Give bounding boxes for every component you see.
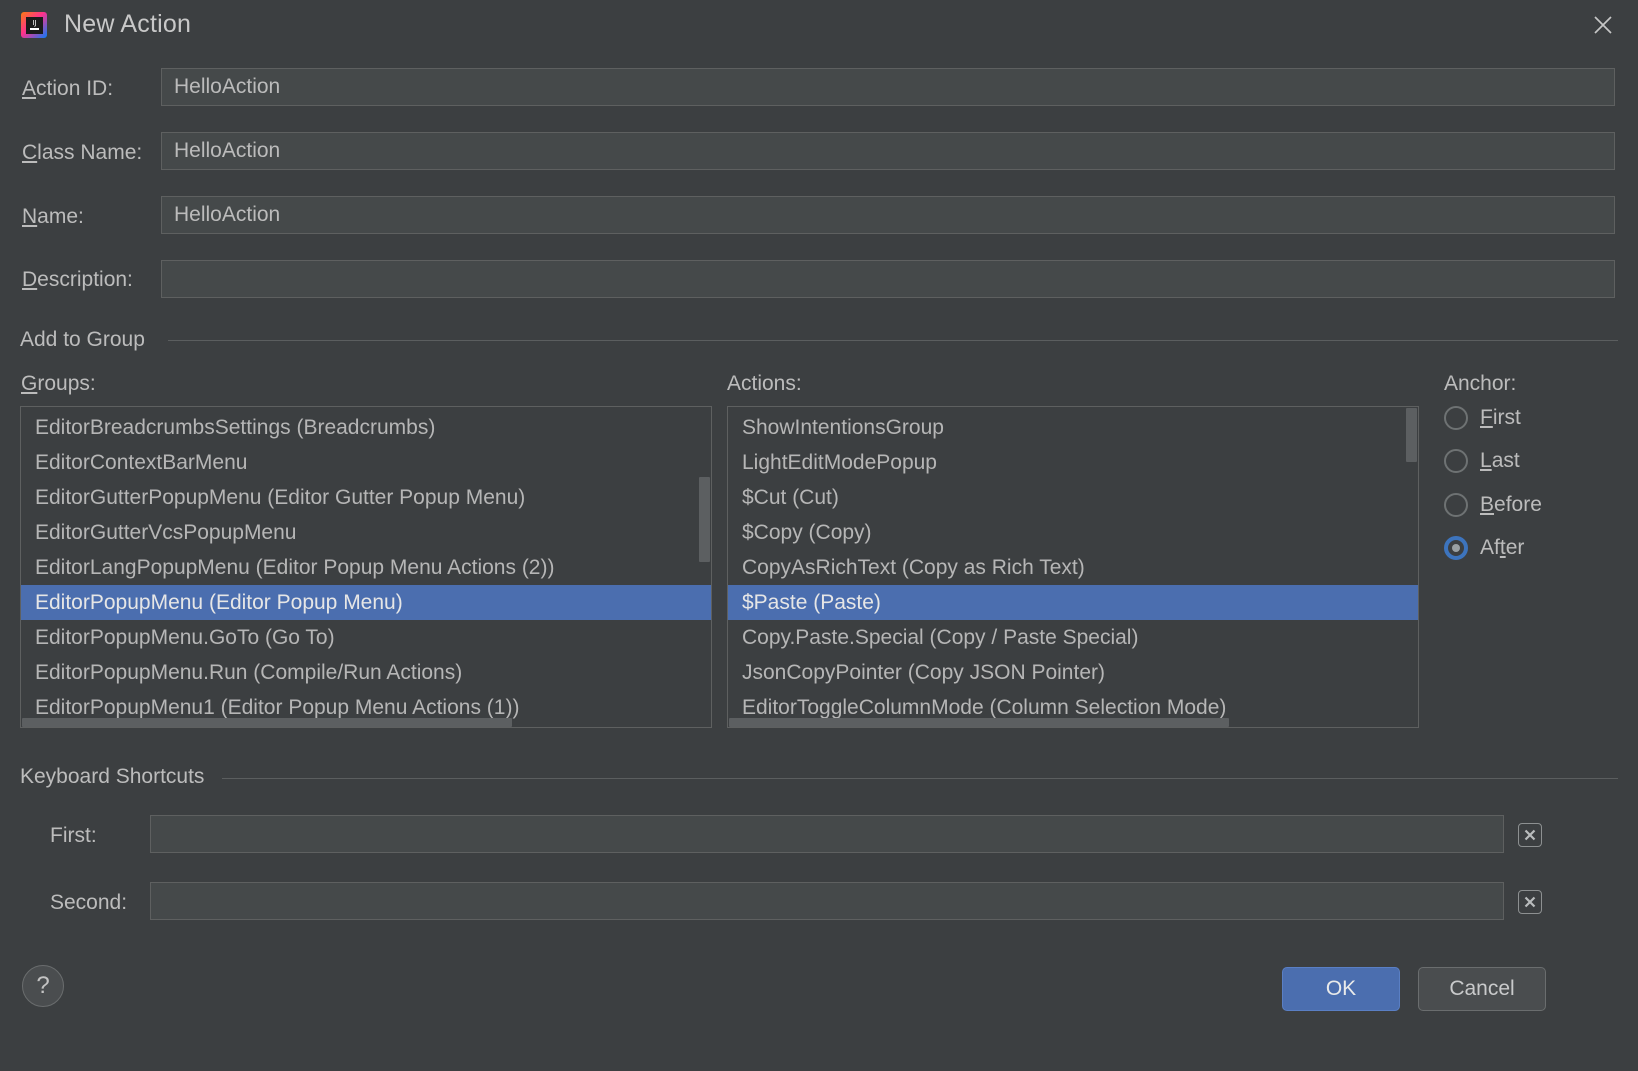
shortcut-first-input[interactable] — [150, 815, 1504, 853]
description-input[interactable] — [161, 260, 1615, 298]
list-item[interactable]: EditorPopupMenu (Editor Popup Menu) — [21, 585, 711, 620]
shortcut-first-label: First: — [50, 824, 97, 847]
anchor-radio-first[interactable]: First — [1444, 406, 1521, 430]
clear-x-icon-first[interactable] — [1518, 823, 1542, 847]
clear-x-icon-second[interactable] — [1518, 890, 1542, 914]
groups-vertical-scrollbar[interactable] — [699, 467, 710, 717]
actions-horizontal-scrollbar[interactable] — [728, 718, 1418, 727]
svg-text:IJ: IJ — [32, 19, 36, 27]
class-name-label: Class Name: — [22, 141, 143, 164]
description-label: Description: — [22, 268, 133, 291]
action-id-input[interactable] — [161, 68, 1615, 106]
keyboard-shortcuts-separator-line — [222, 778, 1618, 779]
radio-circle-icon — [1444, 406, 1468, 430]
intellij-idea-logo-icon: IJ — [20, 11, 48, 39]
cancel-button-label: Cancel — [1449, 977, 1515, 1000]
anchor-label: Anchor: — [1444, 372, 1517, 395]
name-input[interactable] — [161, 196, 1615, 234]
radio-circle-icon — [1444, 493, 1468, 517]
dialog-titlebar: IJ New Action — [0, 0, 1638, 50]
list-item[interactable]: EditorBreadcrumbsSettings (Breadcrumbs) — [21, 410, 711, 445]
groups-vertical-scroll-thumb[interactable] — [699, 477, 710, 562]
list-item[interactable]: LightEditModePopup — [728, 445, 1418, 480]
ok-button-label: OK — [1325, 977, 1357, 1000]
dialog-title: New Action — [64, 10, 192, 38]
anchor-radio-after[interactable]: After — [1444, 536, 1524, 560]
radio-circle-selected-icon — [1444, 536, 1468, 560]
anchor-radio-last[interactable]: Last — [1444, 449, 1520, 473]
shortcut-second-label: Second: — [50, 891, 128, 914]
radio-circle-icon — [1444, 449, 1468, 473]
ok-button[interactable]: OK — [1282, 967, 1400, 1011]
groups-horizontal-scroll-thumb[interactable] — [22, 718, 512, 727]
action-id-label: Action ID: — [22, 77, 114, 100]
actions-horizontal-scroll-thumb[interactable] — [729, 718, 1229, 727]
help-question-icon[interactable]: ? — [22, 965, 64, 1007]
anchor-radio-last-label: Last — [1480, 449, 1520, 472]
actions-label: Actions: — [727, 372, 802, 395]
cancel-button[interactable]: Cancel — [1418, 967, 1546, 1011]
list-item[interactable]: EditorLangPopupMenu (Editor Popup Menu A… — [21, 550, 711, 585]
list-item[interactable]: CopyAsRichText (Copy as Rich Text) — [728, 550, 1418, 585]
groups-list[interactable]: EditorBreadcrumbsSettings (Breadcrumbs) E… — [21, 407, 711, 727]
actions-list[interactable]: ShowIntentionsGroup LightEditModePopup $Cu… — [728, 407, 1418, 727]
close-icon[interactable] — [1586, 8, 1620, 42]
help-button-label: ? — [36, 972, 50, 999]
new-action-dialog: IJ New Action Action ID: Class Name: Nam… — [0, 0, 1638, 1071]
list-item[interactable]: EditorGutterPopupMenu (Editor Gutter Pop… — [21, 480, 711, 515]
anchor-radio-after-label: After — [1480, 536, 1525, 559]
list-item[interactable]: $Paste (Paste) — [728, 585, 1418, 620]
shortcut-second-input[interactable] — [150, 882, 1504, 920]
list-item[interactable]: $Copy (Copy) — [728, 515, 1418, 550]
groups-listbox[interactable]: EditorBreadcrumbsSettings (Breadcrumbs) E… — [20, 406, 712, 728]
keyboard-shortcuts-section-title: Keyboard Shortcuts — [20, 765, 215, 789]
list-item[interactable]: Copy.Paste.Special (Copy / Paste Special… — [728, 620, 1418, 655]
list-item[interactable]: ShowIntentionsGroup — [728, 410, 1418, 445]
name-label: Name: — [22, 205, 84, 228]
anchor-radio-before-label: Before — [1480, 493, 1542, 516]
list-item[interactable]: JsonCopyPointer (Copy JSON Pointer) — [728, 655, 1418, 690]
groups-horizontal-scrollbar[interactable] — [21, 718, 711, 727]
anchor-radio-first-label: First — [1480, 406, 1521, 429]
actions-vertical-scrollbar[interactable] — [1406, 408, 1417, 718]
anchor-radio-before[interactable]: Before — [1444, 493, 1542, 517]
add-to-group-section-title: Add to Group — [20, 328, 155, 352]
groups-label: Groups: — [21, 372, 96, 395]
list-item[interactable]: EditorPopupMenu.Run (Compile/Run Actions… — [21, 655, 711, 690]
actions-listbox[interactable]: ShowIntentionsGroup LightEditModePopup $Cu… — [727, 406, 1419, 728]
list-item[interactable]: $Cut (Cut) — [728, 480, 1418, 515]
list-item[interactable]: EditorContextBarMenu — [21, 445, 711, 480]
list-item[interactable]: EditorGutterVcsPopupMenu — [21, 515, 711, 550]
list-item[interactable]: EditorPopupMenu.GoTo (Go To) — [21, 620, 711, 655]
add-to-group-separator-line — [168, 340, 1618, 341]
class-name-input[interactable] — [161, 132, 1615, 170]
actions-vertical-scroll-thumb[interactable] — [1406, 408, 1417, 462]
